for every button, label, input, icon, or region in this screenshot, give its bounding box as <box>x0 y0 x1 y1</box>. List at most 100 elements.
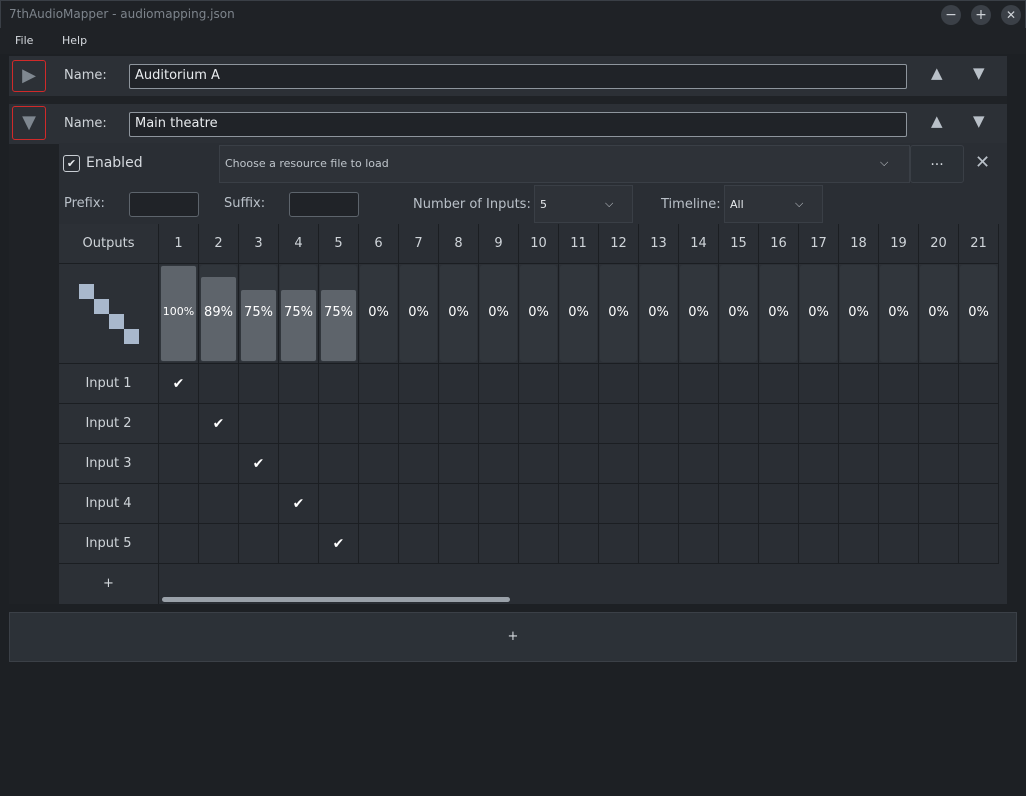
routing-cell[interactable] <box>159 444 199 484</box>
routing-cell[interactable] <box>919 444 959 484</box>
routing-cell[interactable]: ✔ <box>279 484 319 524</box>
routing-cell[interactable] <box>719 524 759 564</box>
output-volume-slider[interactable]: 0% <box>439 264 479 364</box>
routing-cell[interactable] <box>599 404 639 444</box>
routing-cell[interactable] <box>159 524 199 564</box>
output-volume-slider[interactable]: 0% <box>799 264 839 364</box>
routing-cell[interactable] <box>799 484 839 524</box>
routing-cell[interactable] <box>559 444 599 484</box>
routing-cell[interactable] <box>399 364 439 404</box>
routing-cell[interactable] <box>719 404 759 444</box>
routing-cell[interactable] <box>639 524 679 564</box>
output-volume-slider[interactable]: 75% <box>239 264 279 364</box>
close-icon[interactable]: ✕ <box>975 152 990 173</box>
output-volume-slider[interactable]: 75% <box>279 264 319 364</box>
horizontal-scrollbar[interactable] <box>162 597 510 602</box>
output-volume-slider[interactable]: 75% <box>319 264 359 364</box>
routing-cell[interactable] <box>559 484 599 524</box>
routing-cell[interactable] <box>359 484 399 524</box>
routing-cell[interactable] <box>639 444 679 484</box>
output-volume-slider[interactable]: 0% <box>719 264 759 364</box>
routing-cell[interactable] <box>319 364 359 404</box>
routing-cell[interactable] <box>439 444 479 484</box>
routing-cell[interactable] <box>439 524 479 564</box>
num-inputs-dropdown[interactable]: 5 <box>534 185 633 223</box>
routing-cell[interactable] <box>479 364 519 404</box>
output-volume-slider[interactable]: 0% <box>559 264 599 364</box>
routing-cell[interactable] <box>799 444 839 484</box>
output-volume-slider[interactable]: 0% <box>759 264 799 364</box>
timeline-dropdown[interactable]: All <box>724 185 823 223</box>
routing-cell[interactable] <box>479 404 519 444</box>
routing-cell[interactable] <box>159 404 199 444</box>
routing-cell[interactable] <box>279 444 319 484</box>
routing-cell[interactable] <box>519 364 559 404</box>
routing-cell[interactable] <box>199 484 239 524</box>
output-volume-slider[interactable]: 0% <box>959 264 999 364</box>
routing-cell[interactable] <box>199 364 239 404</box>
routing-cell[interactable] <box>439 364 479 404</box>
routing-cell[interactable] <box>759 444 799 484</box>
routing-cell[interactable] <box>399 404 439 444</box>
routing-cell[interactable] <box>559 524 599 564</box>
routing-cell[interactable]: ✔ <box>239 444 279 484</box>
routing-cell[interactable] <box>359 404 399 444</box>
routing-cell[interactable] <box>279 364 319 404</box>
routing-cell[interactable] <box>679 404 719 444</box>
routing-cell[interactable] <box>599 364 639 404</box>
routing-cell[interactable] <box>919 484 959 524</box>
routing-cell[interactable] <box>959 524 999 564</box>
routing-cell[interactable] <box>359 364 399 404</box>
routing-cell[interactable]: ✔ <box>319 524 359 564</box>
routing-cell[interactable]: ✔ <box>159 364 199 404</box>
routing-cell[interactable] <box>239 364 279 404</box>
routing-cell[interactable] <box>679 524 719 564</box>
output-volume-slider[interactable]: 0% <box>359 264 399 364</box>
routing-cell[interactable] <box>479 444 519 484</box>
routing-cell[interactable] <box>359 444 399 484</box>
routing-cell[interactable] <box>879 524 919 564</box>
routing-cell[interactable] <box>719 444 759 484</box>
routing-cell[interactable] <box>559 364 599 404</box>
output-volume-slider[interactable]: 89% <box>199 264 239 364</box>
minimize-button[interactable]: − <box>941 5 961 25</box>
routing-cell[interactable] <box>759 364 799 404</box>
routing-cell[interactable] <box>879 444 919 484</box>
move-down-icon[interactable]: ▼ <box>973 112 985 130</box>
routing-cell[interactable] <box>799 404 839 444</box>
routing-cell[interactable] <box>279 524 319 564</box>
routing-cell[interactable] <box>839 404 879 444</box>
routing-cell[interactable] <box>359 524 399 564</box>
output-volume-slider[interactable]: 0% <box>919 264 959 364</box>
routing-cell[interactable] <box>639 484 679 524</box>
routing-cell[interactable] <box>319 404 359 444</box>
output-volume-slider[interactable]: 0% <box>399 264 439 364</box>
routing-cell[interactable] <box>919 524 959 564</box>
routing-cell[interactable] <box>959 444 999 484</box>
routing-cell[interactable] <box>719 484 759 524</box>
routing-cell[interactable] <box>839 484 879 524</box>
routing-cell[interactable] <box>599 484 639 524</box>
routing-cell[interactable] <box>839 364 879 404</box>
routing-cell[interactable] <box>399 484 439 524</box>
resource-file-dropdown[interactable]: Choose a resource file to load <box>219 145 910 183</box>
routing-cell[interactable] <box>959 364 999 404</box>
group-name-input[interactable]: Main theatre <box>129 112 907 137</box>
routing-cell[interactable] <box>599 524 639 564</box>
output-volume-slider[interactable]: 0% <box>839 264 879 364</box>
output-volume-slider[interactable]: 0% <box>639 264 679 364</box>
browse-button[interactable]: ... <box>910 145 964 183</box>
routing-cell[interactable] <box>279 404 319 444</box>
routing-cell[interactable] <box>199 444 239 484</box>
routing-cell[interactable] <box>519 444 559 484</box>
output-volume-slider[interactable]: 0% <box>479 264 519 364</box>
routing-cell[interactable] <box>199 524 239 564</box>
output-volume-slider[interactable]: 0% <box>879 264 919 364</box>
routing-cell[interactable] <box>479 524 519 564</box>
move-up-icon[interactable]: ▲ <box>931 64 943 82</box>
routing-cell[interactable] <box>799 524 839 564</box>
routing-cell[interactable] <box>879 364 919 404</box>
routing-cell[interactable] <box>559 404 599 444</box>
enabled-checkbox[interactable]: ✔ <box>63 155 80 172</box>
routing-cell[interactable] <box>719 364 759 404</box>
